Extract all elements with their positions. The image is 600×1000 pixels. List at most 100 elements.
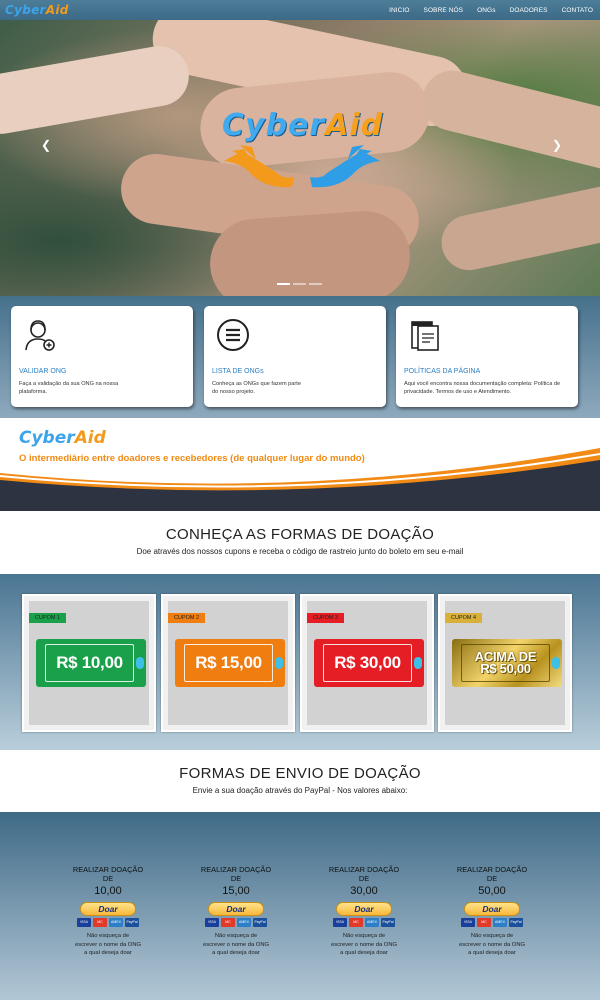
- coupon-card-3[interactable]: CUPOM 3 R$ 30,00: [300, 594, 434, 732]
- ticket-frame: R$ 15,00: [184, 644, 273, 682]
- ticket-frame: R$ 30,00: [323, 644, 412, 682]
- donation-value: 50,00: [478, 885, 506, 898]
- coupon-tag: CUPOM 1: [29, 613, 67, 623]
- coupon-tag: CUPOM 3: [307, 613, 345, 623]
- note-line: a qual deseja doar: [212, 950, 260, 957]
- note-line: a qual deseja doar: [468, 950, 516, 957]
- section-subtitle: Envie a sua doação através do PayPal - N…: [192, 786, 408, 795]
- coupon-amount: R$ 15,00: [195, 653, 262, 672]
- brand-logo-part2: Aid: [45, 3, 69, 17]
- note-line: Não esqueça de: [214, 933, 258, 940]
- mastercard-icon: MC: [93, 918, 107, 928]
- card-text: Faça a validação da sua ONG na nossa pla…: [19, 381, 119, 396]
- carousel-indicator-3[interactable]: [309, 283, 322, 285]
- amex-card-icon: AMEX: [493, 918, 507, 928]
- top-navbar: CyberAid INICIO SOBRE NÓS ONGs DOADORES …: [0, 0, 600, 20]
- brand-logo[interactable]: CyberAid: [5, 3, 69, 17]
- donation-value: 15,00: [222, 885, 250, 898]
- banner-logo-part1: Cyber: [19, 428, 75, 448]
- coupon-image-area: CUPOM 4 ACIMA DE R$ 50,00: [445, 601, 565, 725]
- donation-note: Não esqueça de escrever o nome da ONG a qu…: [324, 932, 404, 958]
- note-line: escrever o nome da ONG: [330, 941, 398, 948]
- section-subtitle: Doe através dos nossos cupons e receba o…: [136, 547, 464, 556]
- coupon-card-1[interactable]: CUPOM 1 R$ 10,00: [22, 594, 156, 732]
- hero-photo-hand: [436, 179, 600, 276]
- coupon-amount: R$ 10,00: [56, 653, 123, 672]
- nav-link-sobre-nos[interactable]: SOBRE NÓS: [417, 7, 471, 14]
- info-cards-section: VALIDAR ONG Faça a validação da sua ONG …: [0, 296, 600, 418]
- paypal-donate-button[interactable]: Doar: [336, 902, 392, 917]
- mastercard-icon: MC: [221, 918, 235, 928]
- card-validar-ong[interactable]: VALIDAR ONG Faça a validação da sua ONG …: [11, 306, 193, 407]
- coupon-card-4[interactable]: CUPOM 4 ACIMA DE R$ 50,00: [438, 594, 572, 732]
- hero-logo: CyberAid: [222, 108, 382, 198]
- donation-label-line2: DE: [486, 873, 498, 883]
- paypal-card-icon: PayPal: [509, 918, 523, 928]
- note-line: escrever o nome da ONG: [202, 941, 270, 948]
- donation-note: Não esqueça de escrever o nome da ONG a qu…: [68, 932, 148, 958]
- ticket-frame: ACIMA DE R$ 50,00: [461, 644, 550, 682]
- card-text: Conheça as ONGs que fazem parte do nosso…: [212, 381, 301, 396]
- donation-label-line2: DE: [102, 873, 114, 883]
- brand-banner: CyberAid O intermediário entre doadores …: [0, 418, 600, 511]
- paypal-donate-button[interactable]: Doar: [80, 902, 136, 917]
- hands-logo-icon: [224, 145, 380, 188]
- donation-label-line2: DE: [358, 873, 370, 883]
- chevron-right-icon: ❯: [552, 138, 563, 152]
- note-line: a qual deseja doar: [340, 950, 388, 957]
- coupon-tag: CUPOM 4: [445, 613, 483, 623]
- ticket-badge-icon: [275, 657, 283, 669]
- payment-cards: VISA MC AMEX PayPal: [452, 918, 532, 928]
- note-line: escrever o nome da ONG: [74, 941, 142, 948]
- coupon-amount: ACIMA DE R$ 50,00: [475, 650, 537, 676]
- coupon-ticket: ACIMA DE R$ 50,00: [452, 639, 562, 687]
- carousel-indicators: [277, 283, 322, 285]
- mastercard-icon: MC: [477, 918, 491, 928]
- donation-value: 30,00: [350, 885, 378, 898]
- paypal-card-icon: PayPal: [125, 918, 139, 928]
- nav-link-ongs[interactable]: ONGs: [470, 7, 502, 14]
- card-lista-ongs[interactable]: LISTA DE ONGs Conheça as ONGs que fazem …: [204, 306, 386, 407]
- brand-logo-part1: Cyber: [5, 3, 46, 17]
- carousel-indicator-2[interactable]: [293, 283, 306, 285]
- carousel-next-button[interactable]: ❯: [552, 138, 562, 152]
- coupon-image-area: CUPOM 1 R$ 10,00: [29, 601, 149, 725]
- carousel-prev-button[interactable]: ❮: [41, 138, 51, 152]
- note-line: a qual deseja doar: [84, 950, 132, 957]
- paypal-option-15: REALIZAR DOAÇÃO DE 15,00 Doar VISA MC AME…: [196, 865, 276, 958]
- paypal-donate-button[interactable]: Doar: [464, 902, 520, 917]
- carousel-indicator-1[interactable]: [277, 283, 290, 285]
- ticket-badge-icon: [136, 657, 144, 669]
- section-title: FORMAS DE ENVIO DE DOAÇÃO: [179, 765, 421, 782]
- banner-tagline: O intermediário entre doadores e recebed…: [19, 453, 365, 464]
- coupon-card-2[interactable]: CUPOM 2 R$ 15,00: [161, 594, 295, 732]
- card-politicas[interactable]: POLÍTICAS DA PÁGINA Aqui você encontra n…: [396, 306, 578, 407]
- card-text: Aqui você encontra nossa documentação co…: [404, 381, 561, 396]
- card-title: POLÍTICAS DA PÁGINA: [404, 368, 481, 375]
- donation-label: REALIZAR DOAÇÃO DE: [452, 865, 532, 883]
- hero-logo-part2: Aid: [325, 108, 384, 143]
- hero-logo-part1: Cyber: [222, 108, 326, 143]
- hero-photo-hand: [416, 64, 600, 176]
- amex-card-icon: AMEX: [365, 918, 379, 928]
- nav-links: INICIO SOBRE NÓS ONGs DOADORES CONTATO: [382, 7, 600, 14]
- payment-cards: VISA MC AMEX PayPal: [324, 918, 404, 928]
- donation-value: 10,00: [94, 885, 122, 898]
- support-agent-icon: [25, 320, 55, 351]
- coupon-amount-line2: R$ 50,00: [480, 661, 531, 676]
- nav-link-doadores[interactable]: DOADORES: [503, 7, 555, 14]
- nav-link-inicio[interactable]: INICIO: [382, 7, 416, 14]
- coupon-amount: R$ 30,00: [334, 653, 401, 672]
- nav-link-contato[interactable]: CONTATO: [555, 7, 600, 14]
- card-title: LISTA DE ONGs: [212, 368, 264, 375]
- visa-card-icon: VISA: [77, 918, 91, 928]
- paypal-donate-button[interactable]: Doar: [208, 902, 264, 917]
- paypal-card-icon: PayPal: [381, 918, 395, 928]
- note-line: Não esqueça de: [342, 933, 386, 940]
- donation-label: REALIZAR DOAÇÃO DE: [196, 865, 276, 883]
- amex-card-icon: AMEX: [109, 918, 123, 928]
- coupon-ticket: R$ 30,00: [314, 639, 424, 687]
- paypal-card-icon: PayPal: [253, 918, 267, 928]
- hero-photo-hand: [0, 41, 194, 139]
- payment-cards: VISA MC AMEX PayPal: [196, 918, 276, 928]
